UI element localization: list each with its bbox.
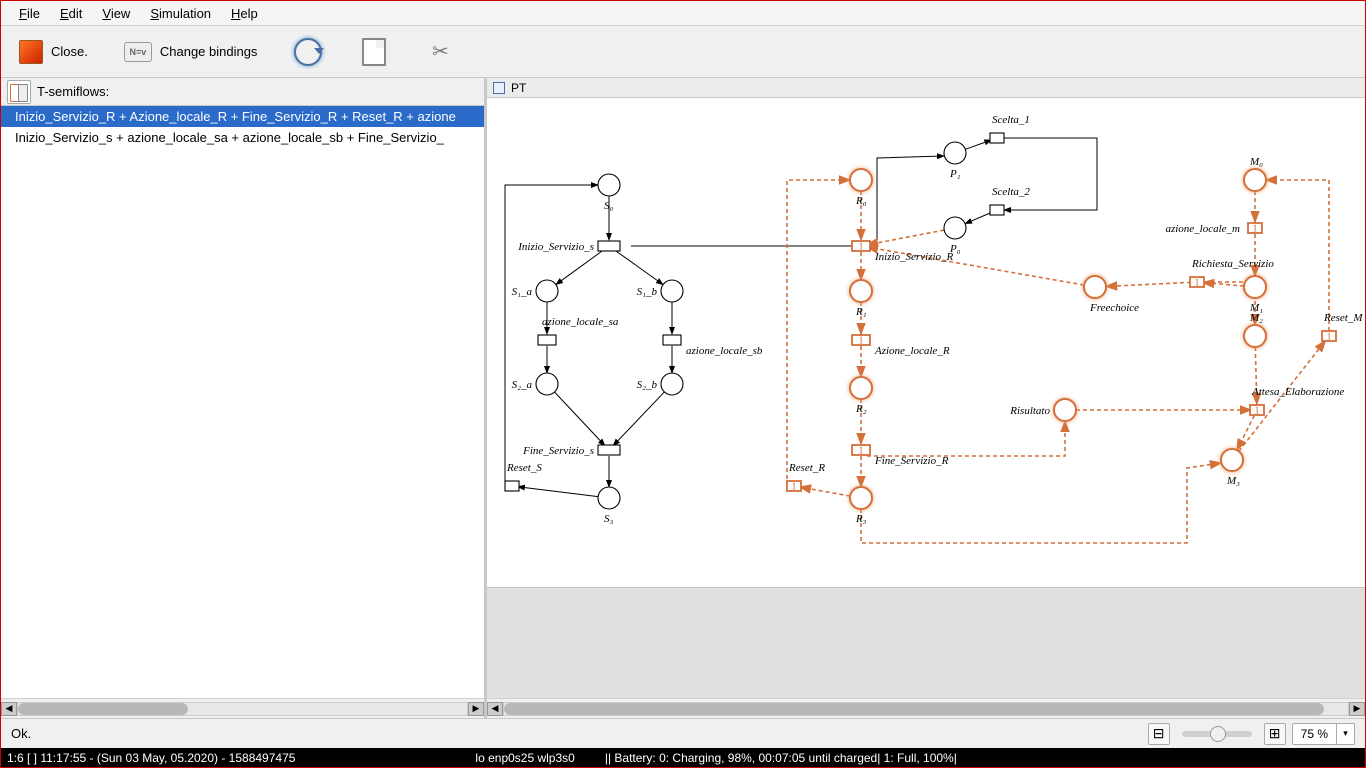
- right-hscrollbar[interactable]: ◀ ▶: [487, 698, 1365, 718]
- close-icon: [19, 40, 43, 64]
- svg-text:1: 1: [859, 335, 864, 346]
- svg-text:S₂_a: S₂_a: [512, 379, 533, 391]
- svg-text:azione_locale_m: azione_locale_m: [1165, 223, 1240, 235]
- menubar: File Edit View Simulation Help: [1, 1, 1365, 26]
- close-button[interactable]: Close.: [13, 36, 94, 68]
- page-icon: [362, 38, 386, 66]
- svg-text:1: 1: [859, 445, 864, 456]
- menu-view[interactable]: View: [92, 4, 140, 23]
- left-panel-title: T-semiflows:: [37, 84, 109, 99]
- svg-text:M₀: M₀: [1249, 156, 1263, 168]
- scroll-right-icon[interactable]: ▶: [468, 702, 484, 716]
- sysbar-net: lo enp0s25 wlp3s0: [475, 751, 574, 765]
- semiflows-icon: [7, 80, 31, 104]
- scroll-right-icon[interactable]: ▶: [1349, 702, 1365, 716]
- svg-text:S₁_b: S₁_b: [637, 286, 658, 298]
- svg-text:Reset_R: Reset_R: [788, 462, 825, 474]
- zoom-out-button[interactable]: ⊟: [1148, 723, 1170, 745]
- svg-text:1: 1: [1195, 277, 1200, 288]
- zoom-slider[interactable]: [1182, 731, 1252, 737]
- list-item[interactable]: Inizio_Servizio_s + azione_locale_sa + a…: [1, 127, 484, 148]
- zoom-select[interactable]: 75 % ▾: [1292, 723, 1355, 745]
- svg-text:R₃: R₃: [855, 513, 867, 525]
- svg-text:1: 1: [859, 241, 864, 252]
- status-text: Ok.: [11, 726, 31, 741]
- svg-text:azione_locale_sb: azione_locale_sb: [686, 345, 763, 357]
- svg-text:Fine_Servizio_R: Fine_Servizio_R: [874, 455, 949, 467]
- list-item[interactable]: Inizio_Servizio_R + Azione_locale_R + Fi…: [1, 106, 484, 127]
- scroll-left-icon[interactable]: ◀: [1, 702, 17, 716]
- petri-net-canvas[interactable]: S₀S₁_aS₁_bS₂_aS₂_bS₃P₁P₀R₀R₁R₂R₃Freechoi…: [487, 98, 1365, 588]
- svg-text:R₁: R₁: [855, 306, 867, 318]
- chevron-down-icon[interactable]: ▾: [1336, 724, 1354, 744]
- sysbar-clock: 1:6 [ ] 11:17:55 - (Sun 03 May, 05.2020)…: [7, 751, 295, 765]
- semiflows-list: Inizio_Servizio_R + Azione_locale_R + Fi…: [1, 106, 484, 698]
- svg-text:Freechoice: Freechoice: [1089, 302, 1139, 314]
- pt-icon: [493, 82, 505, 94]
- svg-text:1: 1: [1255, 405, 1260, 416]
- svg-text:1: 1: [1327, 331, 1332, 342]
- system-bar: 1:6 [ ] 11:17:55 - (Sun 03 May, 05.2020)…: [1, 748, 1365, 767]
- svg-text:Inizio_Servizio_R: Inizio_Servizio_R: [874, 251, 953, 263]
- svg-text:1: 1: [1253, 223, 1258, 234]
- svg-text:Richiesta_Servizio: Richiesta_Servizio: [1191, 258, 1274, 270]
- menu-help[interactable]: Help: [221, 4, 268, 23]
- change-bindings-button[interactable]: N=v Change bindings: [118, 38, 264, 66]
- measure-button[interactable]: ✂: [419, 33, 461, 71]
- scroll-thumb[interactable]: [504, 703, 1324, 715]
- zoom-controls: ⊟ ⊞ 75 % ▾: [1148, 723, 1355, 745]
- canvas-bottom-space: [487, 588, 1365, 698]
- refresh-icon: [294, 38, 322, 66]
- toolbar: Close. N=v Change bindings ✂: [1, 26, 1365, 78]
- svg-text:Reset_S: Reset_S: [506, 462, 542, 474]
- svg-text:M₂: M₂: [1249, 312, 1263, 324]
- close-label: Close.: [51, 44, 88, 59]
- svg-text:Reset_M: Reset_M: [1323, 312, 1363, 324]
- svg-text:R₀: R₀: [855, 195, 867, 207]
- scroll-thumb[interactable]: [18, 703, 188, 715]
- left-panel-header: T-semiflows:: [1, 78, 484, 106]
- zoom-slider-thumb[interactable]: [1210, 726, 1226, 742]
- left-panel: T-semiflows: Inizio_Servizio_R + Azione_…: [1, 78, 487, 718]
- svg-text:Attesa_Elaborazione: Attesa_Elaborazione: [1251, 386, 1344, 398]
- canvas-header: PT: [487, 78, 1365, 98]
- svg-text:M₃: M₃: [1226, 475, 1240, 487]
- menu-file[interactable]: File: [9, 4, 50, 23]
- svg-text:P₁: P₁: [949, 168, 961, 180]
- compass-icon: ✂: [425, 37, 455, 67]
- svg-text:Inizio_Servizio_s: Inizio_Servizio_s: [517, 241, 594, 253]
- scroll-left-icon[interactable]: ◀: [487, 702, 503, 716]
- right-panel: PT S₀S₁_aS₁_bS₂_aS₂_bS₃P₁P₀R₀R₁R₂R₃Freec…: [487, 78, 1365, 718]
- svg-text:S₂_b: S₂_b: [637, 379, 658, 391]
- status-bar: Ok. ⊟ ⊞ 75 % ▾: [1, 718, 1365, 748]
- svg-text:R₂: R₂: [855, 403, 867, 415]
- svg-text:S₀: S₀: [604, 200, 614, 212]
- canvas-tab-label: PT: [511, 81, 526, 95]
- nev-icon: N=v: [124, 42, 152, 62]
- svg-text:Fine_Servizio_s: Fine_Servizio_s: [522, 445, 594, 457]
- svg-text:Risultato: Risultato: [1009, 405, 1050, 417]
- menu-simulation[interactable]: Simulation: [140, 4, 221, 23]
- svg-text:1: 1: [792, 481, 797, 492]
- change-bindings-label: Change bindings: [160, 44, 258, 59]
- svg-text:azione_locale_sa: azione_locale_sa: [542, 316, 619, 328]
- page-button[interactable]: [353, 33, 395, 71]
- zoom-value: 75 %: [1293, 727, 1336, 741]
- svg-text:S₃: S₃: [604, 513, 614, 525]
- zoom-in-button[interactable]: ⊞: [1264, 723, 1286, 745]
- svg-text:Scelta_2: Scelta_2: [992, 186, 1030, 198]
- content: T-semiflows: Inizio_Servizio_R + Azione_…: [1, 78, 1365, 718]
- svg-text:Scelta_1: Scelta_1: [992, 114, 1030, 126]
- svg-text:S₁_a: S₁_a: [512, 286, 533, 298]
- left-hscrollbar[interactable]: ◀ ▶: [1, 698, 484, 718]
- svg-text:Azione_locale_R: Azione_locale_R: [874, 345, 950, 357]
- refresh-button[interactable]: [287, 33, 329, 71]
- sysbar-battery: || Battery: 0: Charging, 98%, 00:07:05 u…: [605, 751, 957, 765]
- menu-edit[interactable]: Edit: [50, 4, 92, 23]
